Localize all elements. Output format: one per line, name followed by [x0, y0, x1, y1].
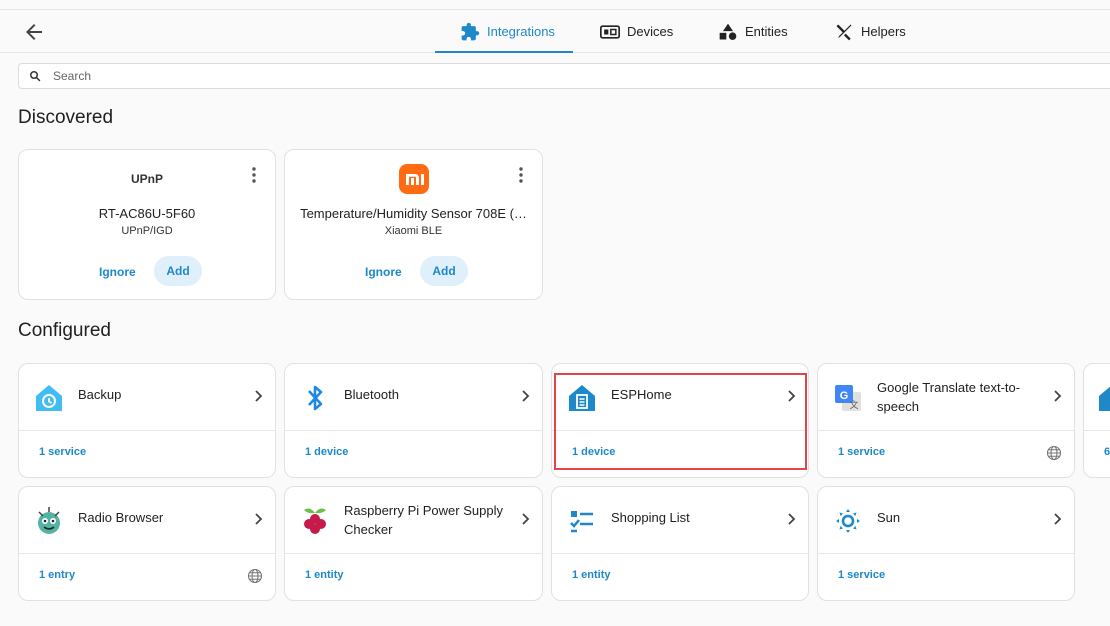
integration-title: Backup — [78, 387, 122, 402]
globe-icon — [1046, 445, 1062, 461]
card-footer-link[interactable]: 1 entity — [305, 569, 344, 581]
card-header[interactable]: Raspberry Pi Power Supply Checker — [285, 487, 542, 554]
integration-title: Shopping List — [611, 510, 690, 525]
ignore-button[interactable]: Ignore — [365, 257, 402, 287]
chevron-right-icon — [788, 513, 796, 525]
integration-card-bluetooth[interactable]: Bluetooth 1 device — [284, 363, 543, 478]
integration-card-partial[interactable]: 6 — [1083, 363, 1110, 478]
raspberry-pi-icon — [299, 505, 331, 537]
card-header[interactable]: Backup — [19, 364, 275, 431]
integration-title: Radio Browser — [78, 510, 164, 525]
add-button[interactable]: Add — [420, 256, 468, 286]
overflow-menu-icon[interactable] — [518, 166, 524, 184]
integration-title: Google Translate text-to-speech — [877, 380, 1021, 414]
overflow-menu-icon[interactable] — [251, 166, 257, 184]
partial-integration-icon — [1096, 382, 1110, 414]
discovered-heading: Discovered — [18, 107, 114, 128]
search-input[interactable] — [53, 67, 653, 85]
device-name: Temperature/Humidity Sensor 708E (… — [300, 206, 527, 221]
xiaomi-mi-icon — [398, 164, 429, 194]
integration-card-sun[interactable]: Sun 1 service — [817, 486, 1075, 601]
integration-title: Sun — [877, 510, 901, 525]
tab-label: Helpers — [861, 24, 906, 39]
top-nav-bar: Integrations Devices Entities Helpers — [0, 9, 1110, 53]
devices-icon — [600, 24, 620, 39]
integration-name: Xiaomi BLE — [384, 225, 443, 237]
card-footer-link[interactable]: 1 device — [305, 446, 348, 458]
integration-card-google-translate[interactable]: G 文 Google Translate text-to-speech 1 se… — [817, 363, 1075, 478]
ignore-button[interactable]: Ignore — [99, 257, 136, 287]
bluetooth-icon — [299, 382, 331, 414]
tab-devices[interactable]: Devices — [600, 10, 673, 53]
chevron-right-icon — [522, 390, 530, 402]
tab-label: Devices — [627, 24, 674, 39]
radio-browser-icon — [33, 505, 65, 537]
search-bar — [18, 63, 1110, 89]
card-header[interactable]: Sun — [818, 487, 1074, 554]
card-header[interactable] — [1084, 364, 1110, 431]
back-arrow-icon[interactable] — [22, 20, 46, 44]
card-footer-link[interactable]: 1 entity — [572, 569, 611, 581]
sun-icon — [832, 505, 864, 537]
svg-text:G: G — [840, 390, 849, 402]
shopping-list-icon — [566, 505, 598, 537]
backup-icon — [33, 382, 65, 414]
tab-label: Integrations — [487, 24, 555, 39]
integration-title: Bluetooth — [344, 387, 399, 402]
tab-label: Entities — [745, 24, 788, 39]
upnp-logo: UPnP — [19, 164, 275, 194]
card-footer-link[interactable]: 1 service — [838, 569, 885, 581]
xiaomi-logo — [285, 164, 542, 194]
card-header[interactable]: Radio Browser — [19, 487, 275, 554]
card-footer-link[interactable]: 1 entry — [39, 569, 75, 581]
chevron-right-icon — [255, 390, 263, 402]
card-footer-link[interactable]: 1 service — [838, 446, 885, 458]
card-footer-link[interactable]: 1 service — [39, 446, 86, 458]
svg-text:文: 文 — [849, 399, 858, 411]
integration-name: UPnP/IGD — [121, 225, 173, 237]
discovered-card-xiaomi: Temperature/Humidity Sensor 708E (… Xiao… — [284, 149, 543, 300]
google-translate-icon: G 文 — [832, 382, 864, 414]
integration-card-raspberry-pi[interactable]: Raspberry Pi Power Supply Checker 1 enti… — [284, 486, 543, 601]
integration-card-backup[interactable]: Backup 1 service — [18, 363, 276, 478]
tools-icon — [836, 24, 852, 40]
active-tab-indicator — [435, 51, 573, 53]
card-header[interactable]: Bluetooth — [285, 364, 542, 431]
globe-icon — [247, 568, 263, 584]
puzzle-icon — [461, 22, 480, 40]
integration-card-shopping-list[interactable]: Shopping List 1 entity — [551, 486, 809, 601]
shapes-icon — [719, 23, 737, 40]
integration-card-radio-browser[interactable]: Radio Browser 1 entry — [18, 486, 276, 601]
card-footer-link[interactable]: 6 — [1104, 446, 1110, 458]
upnp-logo-text: UPnP — [130, 172, 163, 186]
discovered-card-upnp: UPnP RT-AC86U-5F60 UPnP/IGD Ignore Add — [18, 149, 276, 300]
tab-helpers[interactable]: Helpers — [834, 10, 906, 53]
tab-integrations[interactable]: Integrations — [460, 10, 555, 53]
device-name: RT-AC86U-5F60 — [98, 206, 196, 221]
chevron-right-icon — [1054, 513, 1062, 525]
card-header[interactable]: Shopping List — [552, 487, 808, 554]
integration-title: Raspberry Pi Power Supply Checker — [344, 503, 503, 537]
add-button[interactable]: Add — [154, 256, 202, 286]
esphome-highlight-box — [554, 373, 807, 470]
chevron-right-icon — [522, 513, 530, 525]
search-icon — [30, 71, 41, 82]
configured-heading: Configured — [18, 320, 111, 341]
chevron-right-icon — [255, 513, 263, 525]
tab-entities[interactable]: Entities — [718, 10, 788, 53]
chevron-right-icon — [1054, 390, 1062, 402]
card-header[interactable]: G 文 Google Translate text-to-speech — [818, 364, 1074, 431]
